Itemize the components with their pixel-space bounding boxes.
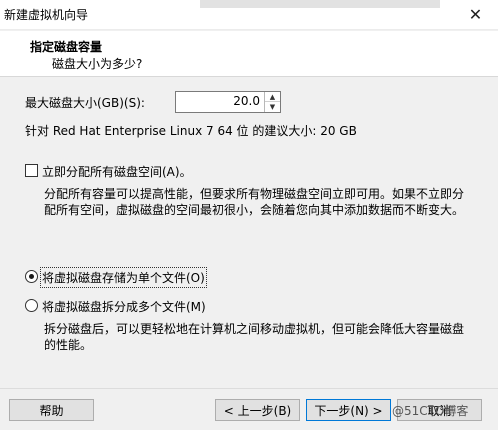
next-button[interactable]: 下一步(N) > xyxy=(306,399,391,421)
back-button[interactable]: < 上一步(B) xyxy=(215,399,300,421)
close-button[interactable]: ✕ xyxy=(453,0,498,29)
allocate-description: 分配所有容量可以提高性能，但要求所有物理磁盘空间立即可用。如果不立即分配所有空间… xyxy=(44,187,465,217)
recommended-size-text: 针对 Red Hat Enterprise Linux 7 64 位 的建议大小… xyxy=(25,124,357,138)
disk-size-row: 最大磁盘大小(GB)(S): 20.0 ▲ ▼ xyxy=(25,91,465,113)
window-title: 新建虚拟机向导 xyxy=(4,8,89,22)
page-subtitle: 磁盘大小为多少? xyxy=(52,57,143,71)
multiple-files-label[interactable]: 将虚拟磁盘拆分成多个文件(M) xyxy=(42,298,206,315)
disk-size-spinbox[interactable]: 20.0 ▲ ▼ xyxy=(175,91,281,113)
single-file-radio[interactable] xyxy=(25,270,38,283)
multiple-files-radio[interactable] xyxy=(25,299,38,312)
title-bar: 新建虚拟机向导 ✕ xyxy=(0,0,498,30)
page-title: 指定磁盘容量 xyxy=(30,40,103,54)
single-file-label[interactable]: 将虚拟磁盘存储为单个文件(O) xyxy=(40,267,207,288)
wizard-header: 指定磁盘容量 磁盘大小为多少? xyxy=(0,31,498,77)
spin-arrows: ▲ ▼ xyxy=(264,92,280,112)
allocate-all-label[interactable]: 立即分配所有磁盘空间(A)。 xyxy=(42,163,192,180)
footer-divider xyxy=(0,388,498,389)
disk-size-label: 最大磁盘大小(GB)(S): xyxy=(25,96,145,110)
disk-size-input[interactable]: 20.0 xyxy=(233,94,260,108)
background-blur xyxy=(200,0,440,8)
spin-down-icon[interactable]: ▼ xyxy=(265,102,280,112)
multiple-files-description: 拆分磁盘后，可以更轻松地在计算机之间移动虚拟机，但可能会降低大容量磁盘的性能。 xyxy=(44,322,465,352)
allocate-all-checkbox[interactable] xyxy=(25,164,38,177)
help-button[interactable]: 帮助 xyxy=(9,399,94,421)
close-icon: ✕ xyxy=(468,5,483,24)
spin-up-icon[interactable]: ▲ xyxy=(265,92,280,102)
watermark: @51CTO博客 xyxy=(392,404,469,418)
